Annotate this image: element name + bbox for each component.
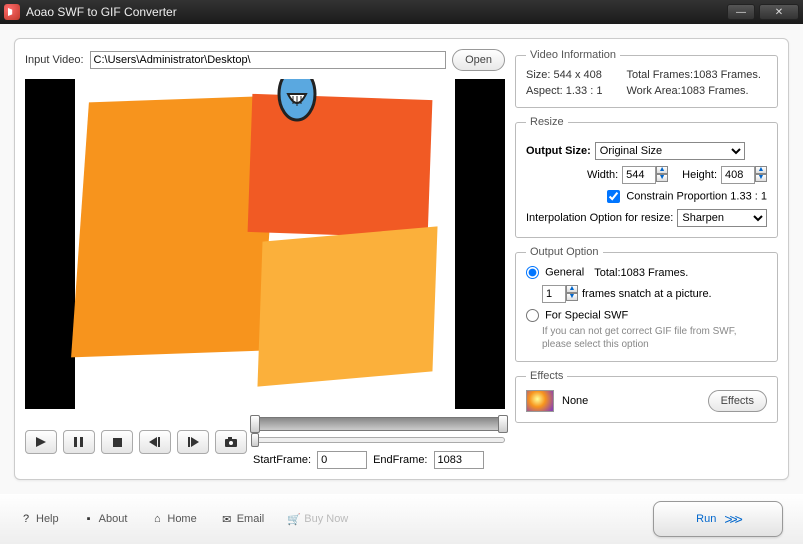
- app-title: Aoao SWF to GIF Converter: [26, 5, 723, 19]
- about-icon: ▪: [83, 513, 95, 525]
- end-frame-input[interactable]: [434, 451, 484, 469]
- play-button[interactable]: [25, 430, 57, 454]
- next-frame-button[interactable]: [177, 430, 209, 454]
- start-frame-input[interactable]: [317, 451, 367, 469]
- interpolation-select[interactable]: Sharpen: [677, 209, 767, 227]
- app-icon: [4, 4, 20, 20]
- start-frame-label: StartFrame:: [253, 454, 311, 466]
- resize-legend: Resize: [526, 116, 568, 128]
- special-swf-radio[interactable]: For Special SWF: [526, 309, 628, 322]
- email-link[interactable]: ✉Email: [221, 513, 265, 525]
- special-hint: If you can not get correct GIF file from…: [542, 325, 767, 351]
- size-value: 544 x 408: [554, 69, 602, 81]
- range-end-handle[interactable]: [498, 415, 508, 433]
- width-input[interactable]: [622, 166, 656, 184]
- main-panel: Input Video: Open: [14, 38, 789, 480]
- resize-group: Resize Output Size: Original Size Width:…: [515, 116, 778, 238]
- input-row: Input Video: Open: [25, 49, 505, 71]
- position-slider[interactable]: [253, 437, 505, 443]
- pause-button[interactable]: [63, 430, 95, 454]
- effect-thumbnail: [526, 390, 554, 412]
- video-information-group: Video Information Size: 544 x 408 Total …: [515, 49, 778, 108]
- output-size-label: Output Size:: [526, 145, 591, 157]
- output-option-legend: Output Option: [526, 246, 603, 258]
- input-video-label: Input Video:: [25, 54, 84, 66]
- total-frames-value: 1083 Frames.: [693, 69, 761, 81]
- work-area-value: 1083 Frames.: [681, 85, 749, 97]
- height-label: Height:: [682, 169, 717, 181]
- range-slider[interactable]: [253, 417, 505, 431]
- effects-group: Effects None Effects: [515, 370, 778, 423]
- range-start-handle[interactable]: [250, 415, 260, 433]
- stop-button[interactable]: [101, 430, 133, 454]
- titlebar: Aoao SWF to GIF Converter — ✕: [0, 0, 803, 24]
- buy-now-link: 🛒Buy Now: [288, 513, 348, 525]
- snatch-down-button[interactable]: ▼: [566, 293, 578, 301]
- total-frames-text: Total:1083 Frames.: [594, 267, 688, 279]
- home-link[interactable]: ⌂Home: [151, 513, 196, 525]
- snatch-label: frames snatch at a picture.: [582, 288, 712, 300]
- height-down-button[interactable]: ▼: [755, 174, 767, 182]
- email-icon: ✉: [221, 513, 233, 525]
- position-thumb[interactable]: [251, 433, 259, 447]
- prev-frame-button[interactable]: [139, 430, 171, 454]
- end-frame-label: EndFrame:: [373, 454, 427, 466]
- snapshot-button[interactable]: [215, 430, 247, 454]
- output-size-select[interactable]: Original Size: [595, 142, 745, 160]
- width-down-button[interactable]: ▼: [656, 174, 668, 182]
- preview-character: [273, 79, 321, 122]
- input-video-path[interactable]: [90, 51, 447, 69]
- effects-button[interactable]: Effects: [708, 390, 767, 412]
- general-radio[interactable]: General: [526, 266, 584, 279]
- constrain-proportion-checkbox[interactable]: Constrain Proportion 1.33 : 1: [607, 190, 767, 203]
- run-button[interactable]: Run>>>: [653, 501, 783, 537]
- help-icon: ?: [20, 513, 32, 525]
- aspect-value: 1.33 : 1: [566, 85, 603, 97]
- minimize-button[interactable]: —: [727, 4, 755, 20]
- preview-shape: [257, 226, 437, 386]
- help-link[interactable]: ?Help: [20, 513, 59, 525]
- video-information-legend: Video Information: [526, 49, 620, 61]
- output-option-group: Output Option General Total:1083 Frames.…: [515, 246, 778, 362]
- width-label: Width:: [587, 169, 618, 181]
- about-link[interactable]: ▪About: [83, 513, 128, 525]
- home-icon: ⌂: [151, 513, 163, 525]
- height-up-button[interactable]: ▲: [755, 166, 767, 174]
- chevron-right-icon: >>>: [724, 511, 740, 527]
- snatch-input[interactable]: [542, 285, 566, 303]
- cart-icon: 🛒: [288, 513, 300, 525]
- snatch-up-button[interactable]: ▲: [566, 285, 578, 293]
- effects-legend: Effects: [526, 370, 567, 382]
- video-preview: [25, 79, 505, 409]
- width-up-button[interactable]: ▲: [656, 166, 668, 174]
- effect-name: None: [562, 395, 588, 407]
- footer: ?Help ▪About ⌂Home ✉Email 🛒Buy Now Run>>…: [0, 494, 803, 544]
- height-input[interactable]: [721, 166, 755, 184]
- open-button[interactable]: Open: [452, 49, 505, 71]
- interpolation-label: Interpolation Option for resize:: [526, 212, 673, 224]
- close-button[interactable]: ✕: [759, 4, 799, 20]
